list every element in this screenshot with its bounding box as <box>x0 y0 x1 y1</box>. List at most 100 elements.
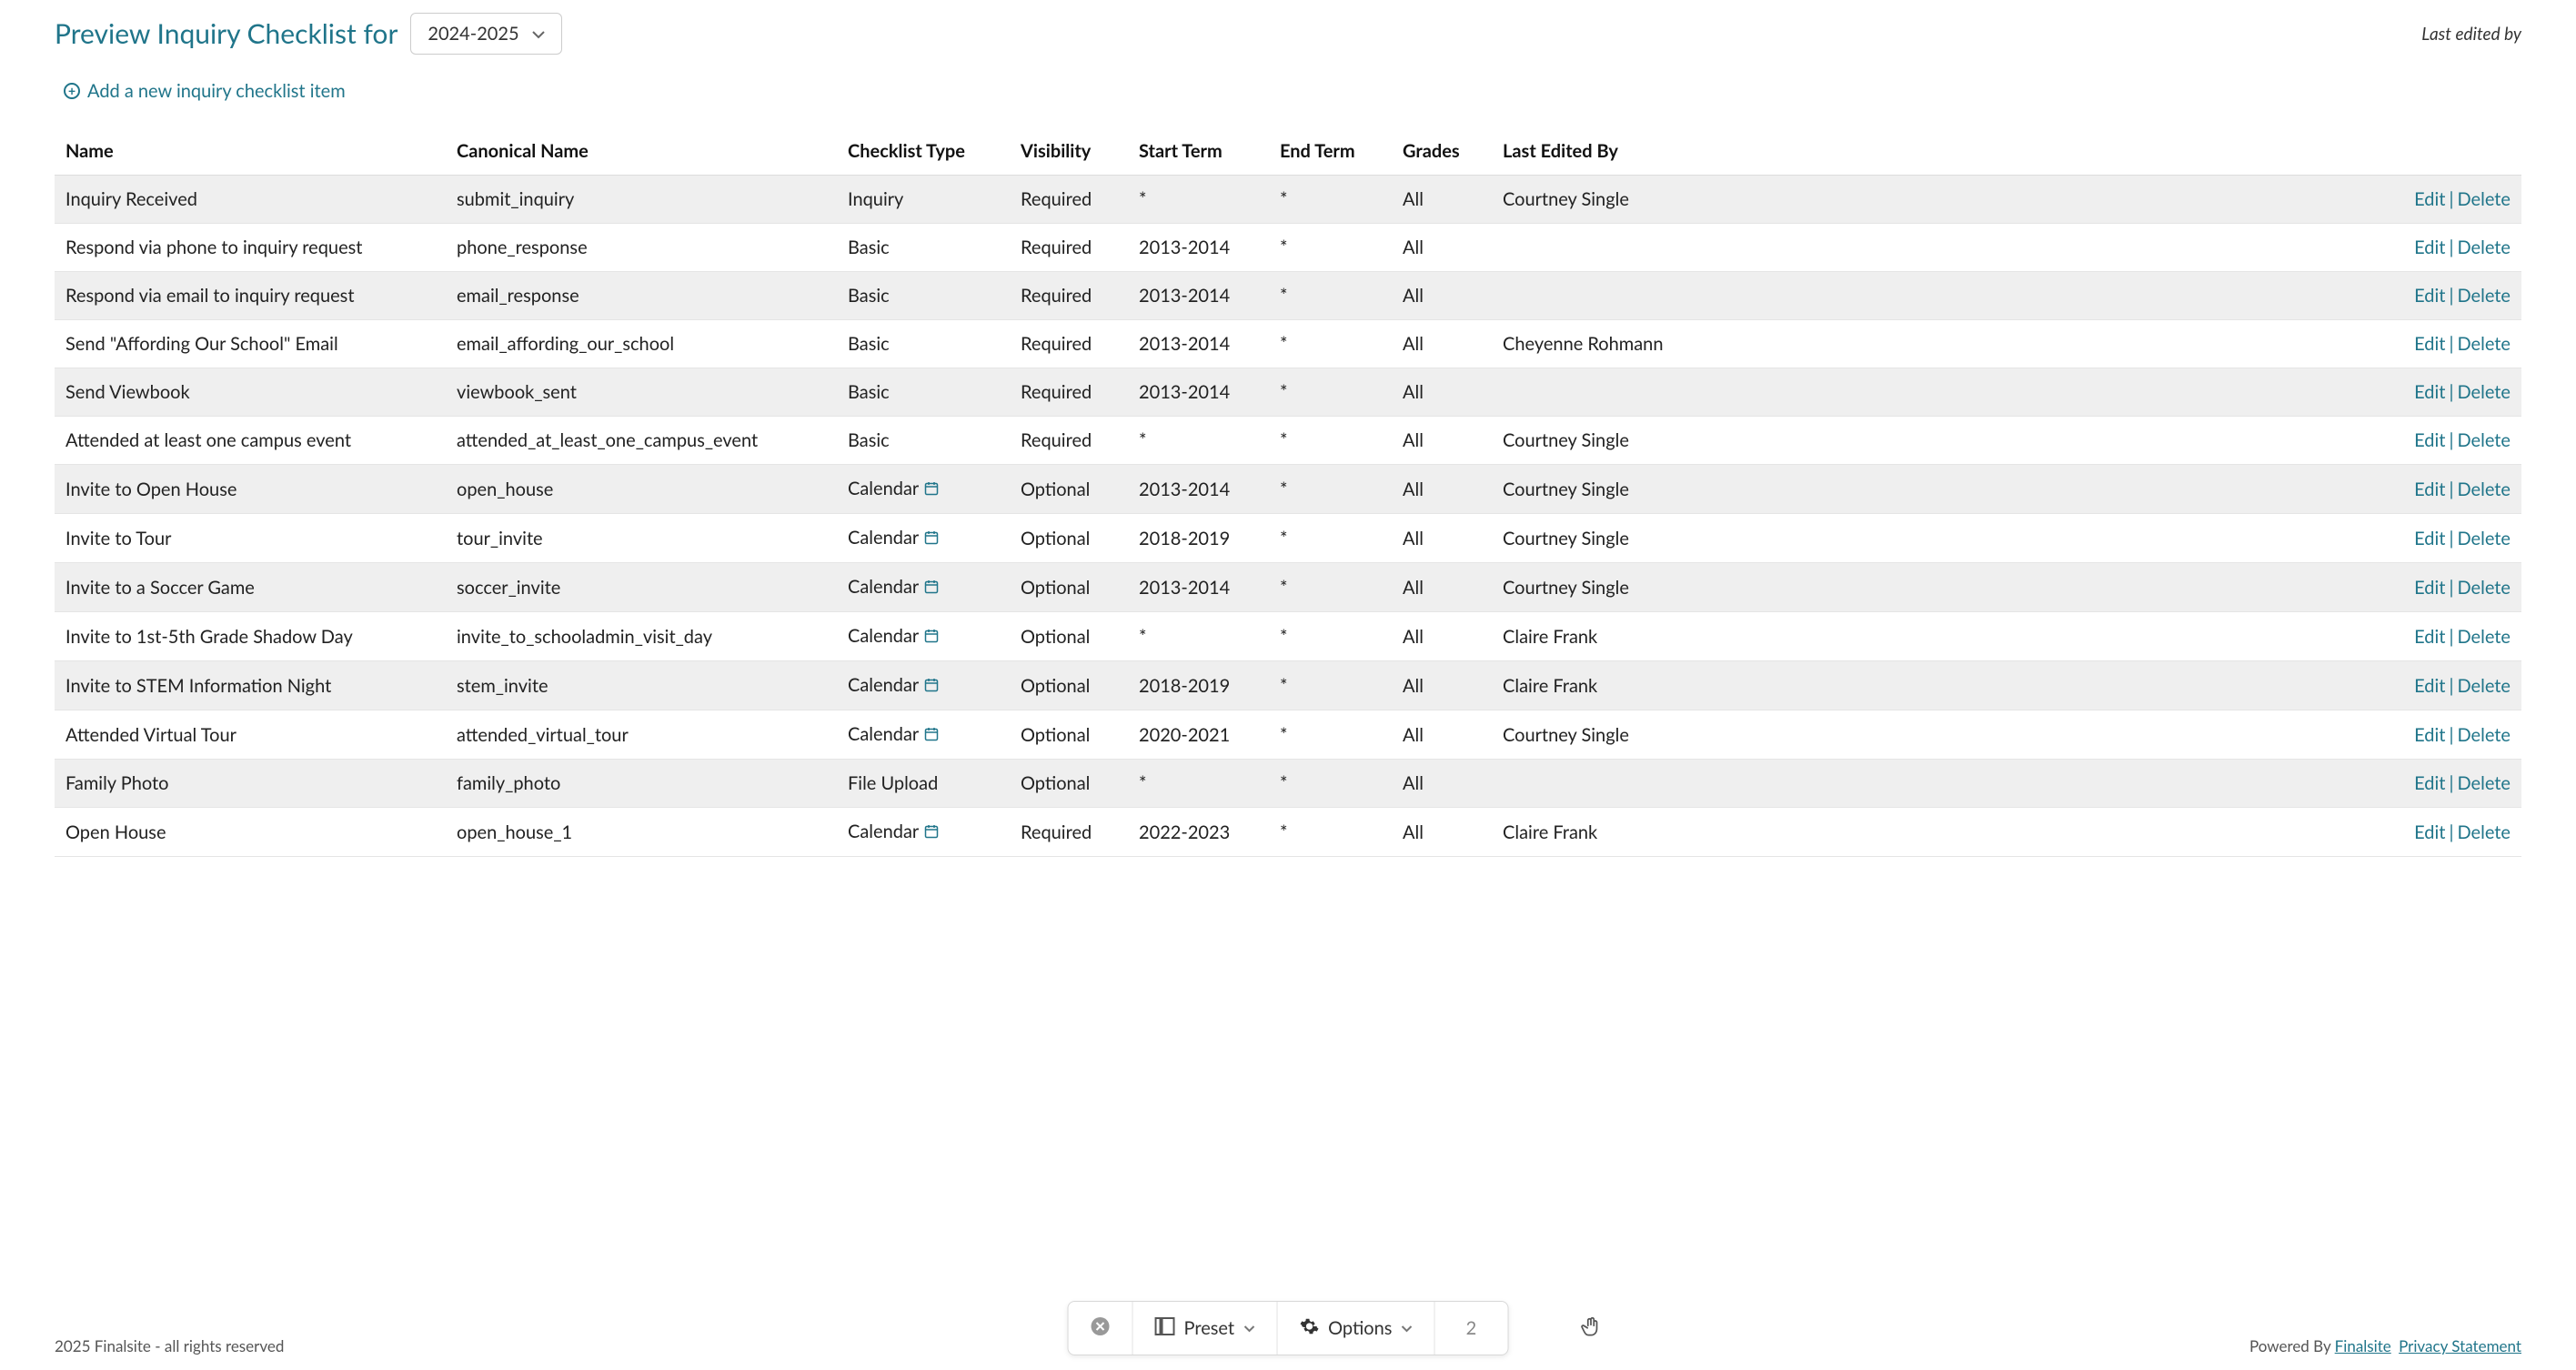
action-separator: | <box>2449 772 2453 794</box>
col-type: Checklist Type <box>837 127 1010 176</box>
cell-end-term: * <box>1269 176 1392 224</box>
cell-actions: Edit|Delete <box>1719 224 2521 272</box>
chevron-down-icon <box>1401 1321 1412 1335</box>
calendar-icon[interactable] <box>924 724 939 746</box>
calendar-icon[interactable] <box>924 626 939 648</box>
edit-link[interactable]: Edit <box>2414 478 2445 500</box>
edit-link[interactable]: Edit <box>2414 821 2445 843</box>
cell-name: Send "Affording Our School" Email <box>55 320 446 368</box>
cell-visibility: Required <box>1010 176 1128 224</box>
calendar-icon[interactable] <box>924 821 939 843</box>
cell-canonical: soccer_invite <box>446 563 837 612</box>
cell-start-term: 2013-2014 <box>1128 224 1269 272</box>
edit-link[interactable]: Edit <box>2414 577 2445 599</box>
cell-grades: All <box>1392 465 1492 514</box>
edit-link[interactable]: Edit <box>2414 724 2445 746</box>
edit-link[interactable]: Edit <box>2414 772 2445 794</box>
cell-end-term: * <box>1269 224 1392 272</box>
cell-type: Calendar <box>837 808 1010 857</box>
action-separator: | <box>2449 528 2453 549</box>
table-row: Attended at least one campus eventattend… <box>55 417 2521 465</box>
add-checklist-item-link[interactable]: + Add a new inquiry checklist item <box>64 80 346 102</box>
delete-link[interactable]: Delete <box>2457 381 2511 403</box>
cell-type: Calendar <box>837 514 1010 563</box>
edit-link[interactable]: Edit <box>2414 626 2445 648</box>
delete-link[interactable]: Delete <box>2457 237 2511 258</box>
edit-link[interactable]: Edit <box>2414 429 2445 451</box>
edit-link[interactable]: Edit <box>2414 188 2445 210</box>
cell-actions: Edit|Delete <box>1719 563 2521 612</box>
action-separator: | <box>2449 285 2453 307</box>
cell-end-term: * <box>1269 465 1392 514</box>
delete-link[interactable]: Delete <box>2457 626 2511 648</box>
table-header-row: Name Canonical Name Checklist Type Visib… <box>55 127 2521 176</box>
calendar-icon[interactable] <box>924 675 939 697</box>
edit-link[interactable]: Edit <box>2414 381 2445 403</box>
cell-type: Calendar <box>837 465 1010 514</box>
delete-link[interactable]: Delete <box>2457 528 2511 549</box>
cell-start-term: 2013-2014 <box>1128 368 1269 417</box>
cell-name: Open House <box>55 808 446 857</box>
cell-end-term: * <box>1269 661 1392 710</box>
delete-link[interactable]: Delete <box>2457 772 2511 794</box>
cell-grades: All <box>1392 176 1492 224</box>
calendar-icon[interactable] <box>924 528 939 549</box>
edit-link[interactable]: Edit <box>2414 333 2445 355</box>
edit-link[interactable]: Edit <box>2414 237 2445 258</box>
cell-last-edited-by <box>1492 760 1719 808</box>
chevron-down-icon <box>1243 1321 1254 1335</box>
edit-link[interactable]: Edit <box>2414 285 2445 307</box>
delete-link[interactable]: Delete <box>2457 577 2511 599</box>
cell-last-edited-by <box>1492 224 1719 272</box>
delete-link[interactable]: Delete <box>2457 429 2511 451</box>
calendar-icon[interactable] <box>924 478 939 500</box>
cell-start-term: 2022-2023 <box>1128 808 1269 857</box>
cell-start-term: * <box>1128 176 1269 224</box>
footer-privacy-link[interactable]: Privacy Statement <box>2399 1336 2521 1355</box>
footer-finalsite-link[interactable]: Finalsite <box>2335 1336 2391 1355</box>
delete-link[interactable]: Delete <box>2457 333 2511 355</box>
delete-link[interactable]: Delete <box>2457 478 2511 500</box>
action-separator: | <box>2449 821 2453 843</box>
edit-link[interactable]: Edit <box>2414 528 2445 549</box>
table-row: Respond via phone to inquiry requestphon… <box>55 224 2521 272</box>
cell-name: Respond via email to inquiry request <box>55 272 446 320</box>
cell-name: Attended Virtual Tour <box>55 710 446 760</box>
cell-visibility: Required <box>1010 320 1128 368</box>
year-select[interactable]: 2024-2025 <box>410 13 561 55</box>
calendar-icon[interactable] <box>924 577 939 599</box>
bottom-toolbar: Preset Options 2 <box>1068 1301 1509 1355</box>
action-separator: | <box>2449 188 2453 210</box>
cell-visibility: Required <box>1010 417 1128 465</box>
cell-start-term: * <box>1128 760 1269 808</box>
delete-link[interactable]: Delete <box>2457 821 2511 843</box>
delete-link[interactable]: Delete <box>2457 188 2511 210</box>
cell-canonical: attended_at_least_one_campus_event <box>446 417 837 465</box>
toolbar-preset-button[interactable]: Preset <box>1133 1302 1278 1355</box>
cell-grades: All <box>1392 417 1492 465</box>
toolbar-options-button[interactable]: Options <box>1277 1302 1434 1355</box>
cell-visibility: Optional <box>1010 612 1128 661</box>
action-separator: | <box>2449 478 2453 500</box>
cell-type: Calendar <box>837 612 1010 661</box>
table-row: Inquiry Receivedsubmit_inquiryInquiryReq… <box>55 176 2521 224</box>
edit-link[interactable]: Edit <box>2414 675 2445 697</box>
toolbar-close-button[interactable] <box>1069 1302 1133 1355</box>
plus-circle-icon: + <box>64 83 80 99</box>
cell-last-edited-by: Courtney Single <box>1492 710 1719 760</box>
cell-start-term: 2013-2014 <box>1128 320 1269 368</box>
cell-type: Calendar <box>837 710 1010 760</box>
cell-start-term: * <box>1128 417 1269 465</box>
cell-end-term: * <box>1269 320 1392 368</box>
cell-start-term: 2018-2019 <box>1128 661 1269 710</box>
cell-grades: All <box>1392 710 1492 760</box>
table-row: Invite to STEM Information Nightstem_inv… <box>55 661 2521 710</box>
cell-canonical: email_response <box>446 272 837 320</box>
delete-link[interactable]: Delete <box>2457 285 2511 307</box>
cell-canonical: phone_response <box>446 224 837 272</box>
cell-canonical: family_photo <box>446 760 837 808</box>
delete-link[interactable]: Delete <box>2457 724 2511 746</box>
col-last-edited-by: Last Edited By <box>1492 127 1719 176</box>
delete-link[interactable]: Delete <box>2457 675 2511 697</box>
action-separator: | <box>2449 237 2453 258</box>
